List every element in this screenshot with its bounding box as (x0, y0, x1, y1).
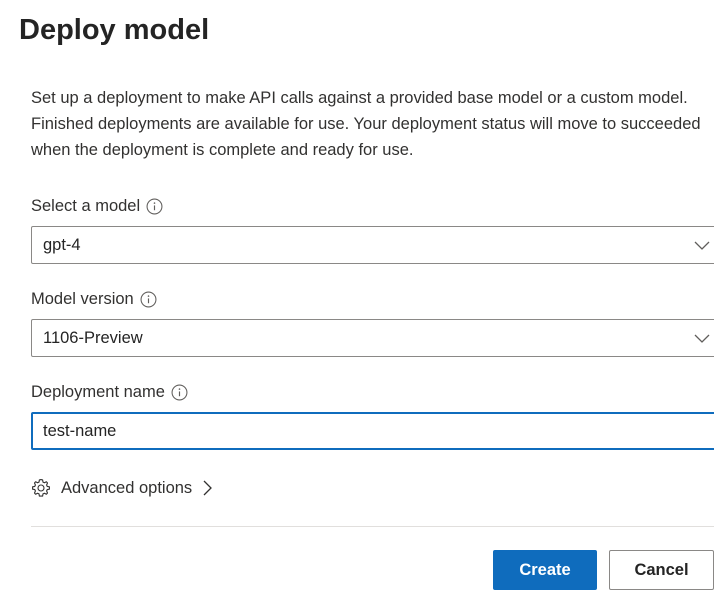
deployment-name-label-text: Deployment name (31, 383, 165, 401)
model-version-label: Model version (31, 290, 157, 309)
chevron-down-icon (694, 334, 710, 343)
deployment-name-input[interactable]: test-name (31, 412, 714, 450)
create-button[interactable]: Create (493, 550, 597, 590)
chevron-right-icon (203, 480, 213, 496)
advanced-options-label: Advanced options (61, 478, 193, 497)
description-text: Set up a deployment to make API calls ag… (31, 89, 701, 159)
model-select-label: Select a model (31, 197, 163, 216)
model-select-value: gpt-4 (43, 235, 81, 254)
advanced-options-toggle[interactable]: Advanced options (31, 478, 214, 498)
deploy-model-panel: Deploy model Set up a deployment to make… (0, 0, 714, 591)
model-version-value: 1106-Preview (43, 328, 143, 347)
footer-divider (31, 526, 714, 527)
info-icon[interactable] (146, 198, 163, 215)
model-version-label-text: Model version (31, 290, 134, 308)
deployment-name-label: Deployment name (31, 383, 188, 402)
model-select-label-text: Select a model (31, 197, 141, 215)
model-select-dropdown[interactable]: gpt-4 (31, 226, 714, 264)
model-version-dropdown[interactable]: 1106-Preview (31, 319, 714, 357)
info-icon[interactable] (140, 291, 157, 308)
gear-icon (32, 479, 50, 497)
page-title: Deploy model (19, 14, 210, 46)
deployment-name-value: test-name (43, 421, 117, 440)
info-icon[interactable] (171, 384, 188, 401)
cancel-button[interactable]: Cancel (609, 550, 714, 590)
chevron-down-icon (694, 241, 710, 250)
